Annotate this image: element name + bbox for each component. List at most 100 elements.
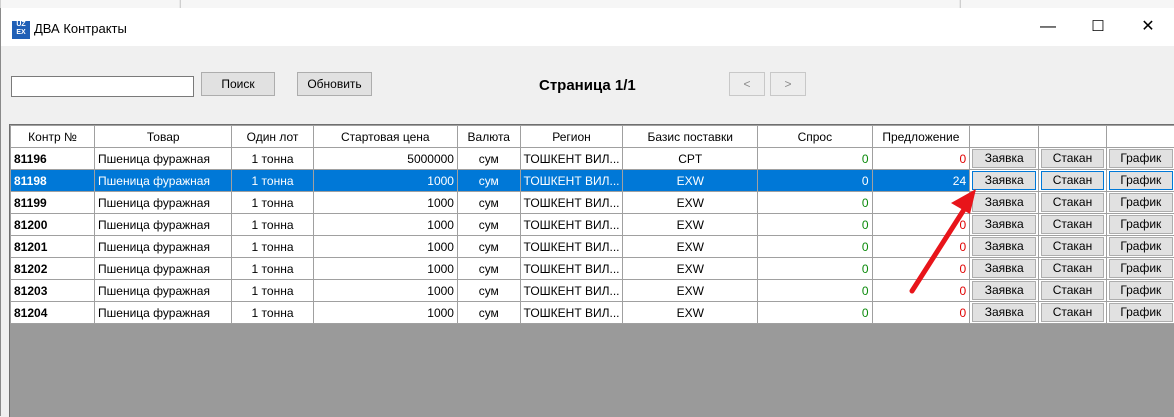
column-header[interactable] [1106, 126, 1174, 148]
order-book-button-cell: Стакан [1039, 236, 1106, 258]
search-input[interactable] [11, 76, 194, 97]
contract-number-cell: 81203 [11, 280, 95, 302]
product-cell: Пшеница фуражная [95, 280, 232, 302]
demand-cell: 0 [758, 258, 873, 280]
start-price-cell: 1000 [313, 302, 457, 324]
column-header[interactable] [1039, 126, 1106, 148]
chart-button-cell: График [1106, 148, 1174, 170]
demand-cell: 0 [758, 148, 873, 170]
order-book-button[interactable]: Стакан [1041, 171, 1103, 190]
order-book-button[interactable]: Стакан [1041, 193, 1103, 212]
demand-cell: 0 [758, 302, 873, 324]
table-row[interactable]: 81200Пшеница фуражная1 тонна1000сумТОШКЕ… [11, 214, 1174, 236]
prev-page-button[interactable]: < [729, 72, 765, 96]
column-header[interactable]: Базис поставки [623, 126, 758, 148]
table-row[interactable]: 81201Пшеница фуражная1 тонна1000сумТОШКЕ… [11, 236, 1174, 258]
chart-button[interactable]: График [1109, 237, 1173, 256]
table-row[interactable]: 81204Пшеница фуражная1 тонна1000сумТОШКЕ… [11, 302, 1174, 324]
minimize-button[interactable]: — [1025, 12, 1071, 42]
delivery-basis-cell: EXW [623, 170, 758, 192]
column-header[interactable]: Предложение [872, 126, 970, 148]
contract-number-cell: 81204 [11, 302, 95, 324]
request-button[interactable]: Заявка [972, 149, 1036, 168]
column-header[interactable]: Спрос [758, 126, 873, 148]
currency-cell: сум [457, 170, 520, 192]
order-book-button[interactable]: Стакан [1041, 149, 1103, 168]
product-cell: Пшеница фуражная [95, 214, 232, 236]
table-row[interactable]: 81203Пшеница фуражная1 тонна1000сумТОШКЕ… [11, 280, 1174, 302]
column-header[interactable] [970, 126, 1039, 148]
table-row[interactable]: 81199Пшеница фуражная1 тонна1000сумТОШКЕ… [11, 192, 1174, 214]
offer-cell: 0 [872, 148, 970, 170]
delivery-basis-cell: EXW [623, 302, 758, 324]
chart-button[interactable]: График [1109, 193, 1173, 212]
request-button-cell: Заявка [970, 258, 1039, 280]
chart-button[interactable]: График [1109, 215, 1173, 234]
contract-number-cell: 81201 [11, 236, 95, 258]
request-button-cell: Заявка [970, 302, 1039, 324]
request-button[interactable]: Заявка [972, 215, 1036, 234]
request-button[interactable]: Заявка [972, 259, 1036, 278]
chart-button-cell: График [1106, 170, 1174, 192]
request-button-cell: Заявка [970, 214, 1039, 236]
chart-button[interactable]: График [1109, 281, 1173, 300]
chart-button[interactable]: График [1109, 149, 1173, 168]
delivery-basis-cell: EXW [623, 236, 758, 258]
region-cell: ТОШКЕНТ ВИЛ... [520, 236, 623, 258]
chart-button[interactable]: График [1109, 171, 1173, 190]
order-book-button[interactable]: Стакан [1041, 215, 1103, 234]
window-title: ДВА Контракты [34, 21, 127, 36]
page-indicator: Страница 1/1 [539, 77, 636, 94]
order-book-button[interactable]: Стакан [1041, 303, 1103, 322]
order-book-button-cell: Стакан [1039, 192, 1106, 214]
request-button[interactable]: Заявка [972, 237, 1036, 256]
column-header[interactable]: Товар [95, 126, 232, 148]
toolbar: Поиск Обновить Страница 1/1 < > [11, 72, 1161, 102]
column-header[interactable]: Регион [520, 126, 623, 148]
background-window-strip [0, 0, 1174, 8]
region-cell: ТОШКЕНТ ВИЛ... [520, 170, 623, 192]
background-segment [960, 0, 1174, 8]
currency-cell: сум [457, 258, 520, 280]
column-header[interactable]: Валюта [457, 126, 520, 148]
search-button[interactable]: Поиск [201, 72, 275, 96]
logo-text-bottom: EX [12, 29, 30, 37]
maximize-button[interactable]: ☐ [1075, 12, 1121, 42]
chart-button[interactable]: График [1109, 303, 1173, 322]
order-book-button-cell: Стакан [1039, 148, 1106, 170]
contract-number-cell: 81198 [11, 170, 95, 192]
request-button[interactable]: Заявка [972, 281, 1036, 300]
order-book-button-cell: Стакан [1039, 214, 1106, 236]
demand-cell: 0 [758, 280, 873, 302]
order-book-button[interactable]: Стакан [1041, 237, 1103, 256]
table-row[interactable]: 81202Пшеница фуражная1 тонна1000сумТОШКЕ… [11, 258, 1174, 280]
column-header[interactable]: Стартовая цена [313, 126, 457, 148]
header-row: Контр №ТоварОдин лотСтартовая ценаВалюта… [11, 126, 1174, 148]
order-book-button[interactable]: Стакан [1041, 259, 1103, 278]
contracts-grid[interactable]: Контр №ТоварОдин лотСтартовая ценаВалюта… [9, 124, 1174, 417]
table-row[interactable]: 81196Пшеница фуражная1 тонна5000000сумТО… [11, 148, 1174, 170]
product-cell: Пшеница фуражная [95, 170, 232, 192]
product-cell: Пшеница фуражная [95, 302, 232, 324]
region-cell: ТОШКЕНТ ВИЛ... [520, 258, 623, 280]
next-page-button[interactable]: > [770, 72, 806, 96]
table-row[interactable]: 81198Пшеница фуражная1 тонна1000сумТОШКЕ… [11, 170, 1174, 192]
request-button[interactable]: Заявка [972, 193, 1036, 212]
start-price-cell: 5000000 [313, 148, 457, 170]
contract-number-cell: 81202 [11, 258, 95, 280]
request-button[interactable]: Заявка [972, 303, 1036, 322]
column-header[interactable]: Один лот [232, 126, 313, 148]
title-bar[interactable]: UZ EX ДВА Контракты — ☐ ✕ [1, 8, 1174, 46]
lot-cell: 1 тонна [232, 192, 313, 214]
request-button[interactable]: Заявка [972, 171, 1036, 190]
column-header[interactable]: Контр № [11, 126, 95, 148]
start-price-cell: 1000 [313, 236, 457, 258]
currency-cell: сум [457, 192, 520, 214]
close-button[interactable]: ✕ [1125, 12, 1171, 42]
demand-cell: 0 [758, 214, 873, 236]
refresh-button[interactable]: Обновить [297, 72, 372, 96]
demand-cell: 0 [758, 170, 873, 192]
order-book-button[interactable]: Стакан [1041, 281, 1103, 300]
chart-button[interactable]: График [1109, 259, 1173, 278]
region-cell: ТОШКЕНТ ВИЛ... [520, 302, 623, 324]
